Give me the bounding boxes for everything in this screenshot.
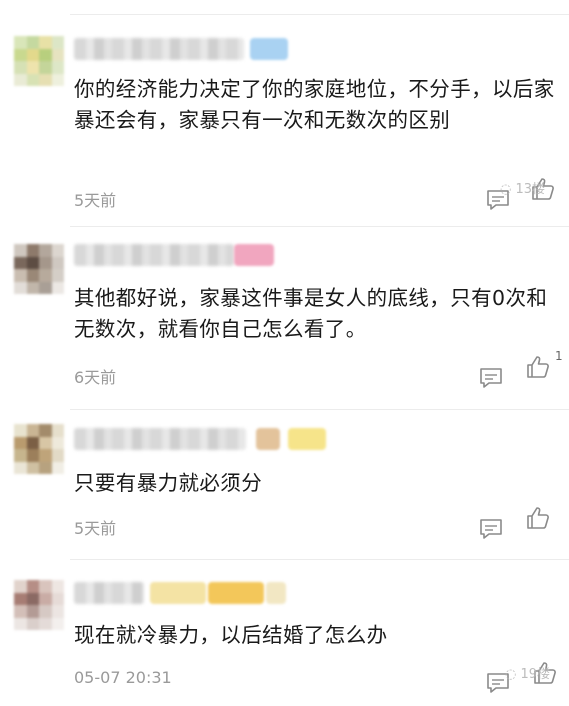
comment-text: 其他都好说，家暴这件事是女人的底线，只有0次和无数次，就看你自己怎么看了。 <box>74 286 548 341</box>
comment-time: 6天前 <box>74 368 117 387</box>
divider <box>70 226 569 227</box>
like-count: 1 <box>555 349 563 363</box>
username-blurred[interactable] <box>74 428 246 450</box>
user-badge <box>234 244 274 266</box>
avatar[interactable] <box>14 580 64 630</box>
watermark-logo: ◌ 19楼 <box>505 667 551 682</box>
comment-time: 5天前 <box>74 519 117 538</box>
avatar[interactable] <box>14 424 64 474</box>
user-badge <box>150 582 206 604</box>
user-badge <box>250 38 288 60</box>
thumbs-up-icon[interactable] <box>525 505 551 531</box>
comment-text: 只要有暴力就必须分 <box>74 471 263 495</box>
avatar[interactable] <box>14 244 64 294</box>
user-badge <box>256 428 280 450</box>
divider <box>70 559 569 560</box>
comment-text: 你的经济能力决定了你的家庭地位，不分手，以后家暴还会有，家暴只有一次和无数次的区… <box>74 77 555 132</box>
comment-time: 5天前 <box>74 191 117 210</box>
avatar[interactable] <box>14 36 64 86</box>
comment-reply-icon[interactable] <box>479 518 503 540</box>
divider <box>70 14 569 15</box>
comment-text: 现在就冷暴力，以后结婚了怎么办 <box>74 623 388 647</box>
watermark-logo: ◌ 13楼 <box>500 182 546 197</box>
divider <box>70 409 569 410</box>
thumbs-up-icon[interactable] <box>525 354 551 380</box>
username-blurred[interactable] <box>74 582 144 604</box>
user-badge <box>266 582 286 604</box>
user-badge <box>288 428 326 450</box>
username-blurred[interactable] <box>74 38 244 60</box>
comment-time: 05-07 20:31 <box>74 668 172 687</box>
username-blurred[interactable] <box>74 244 234 266</box>
comment-reply-icon[interactable] <box>479 367 503 389</box>
user-badge <box>208 582 264 604</box>
